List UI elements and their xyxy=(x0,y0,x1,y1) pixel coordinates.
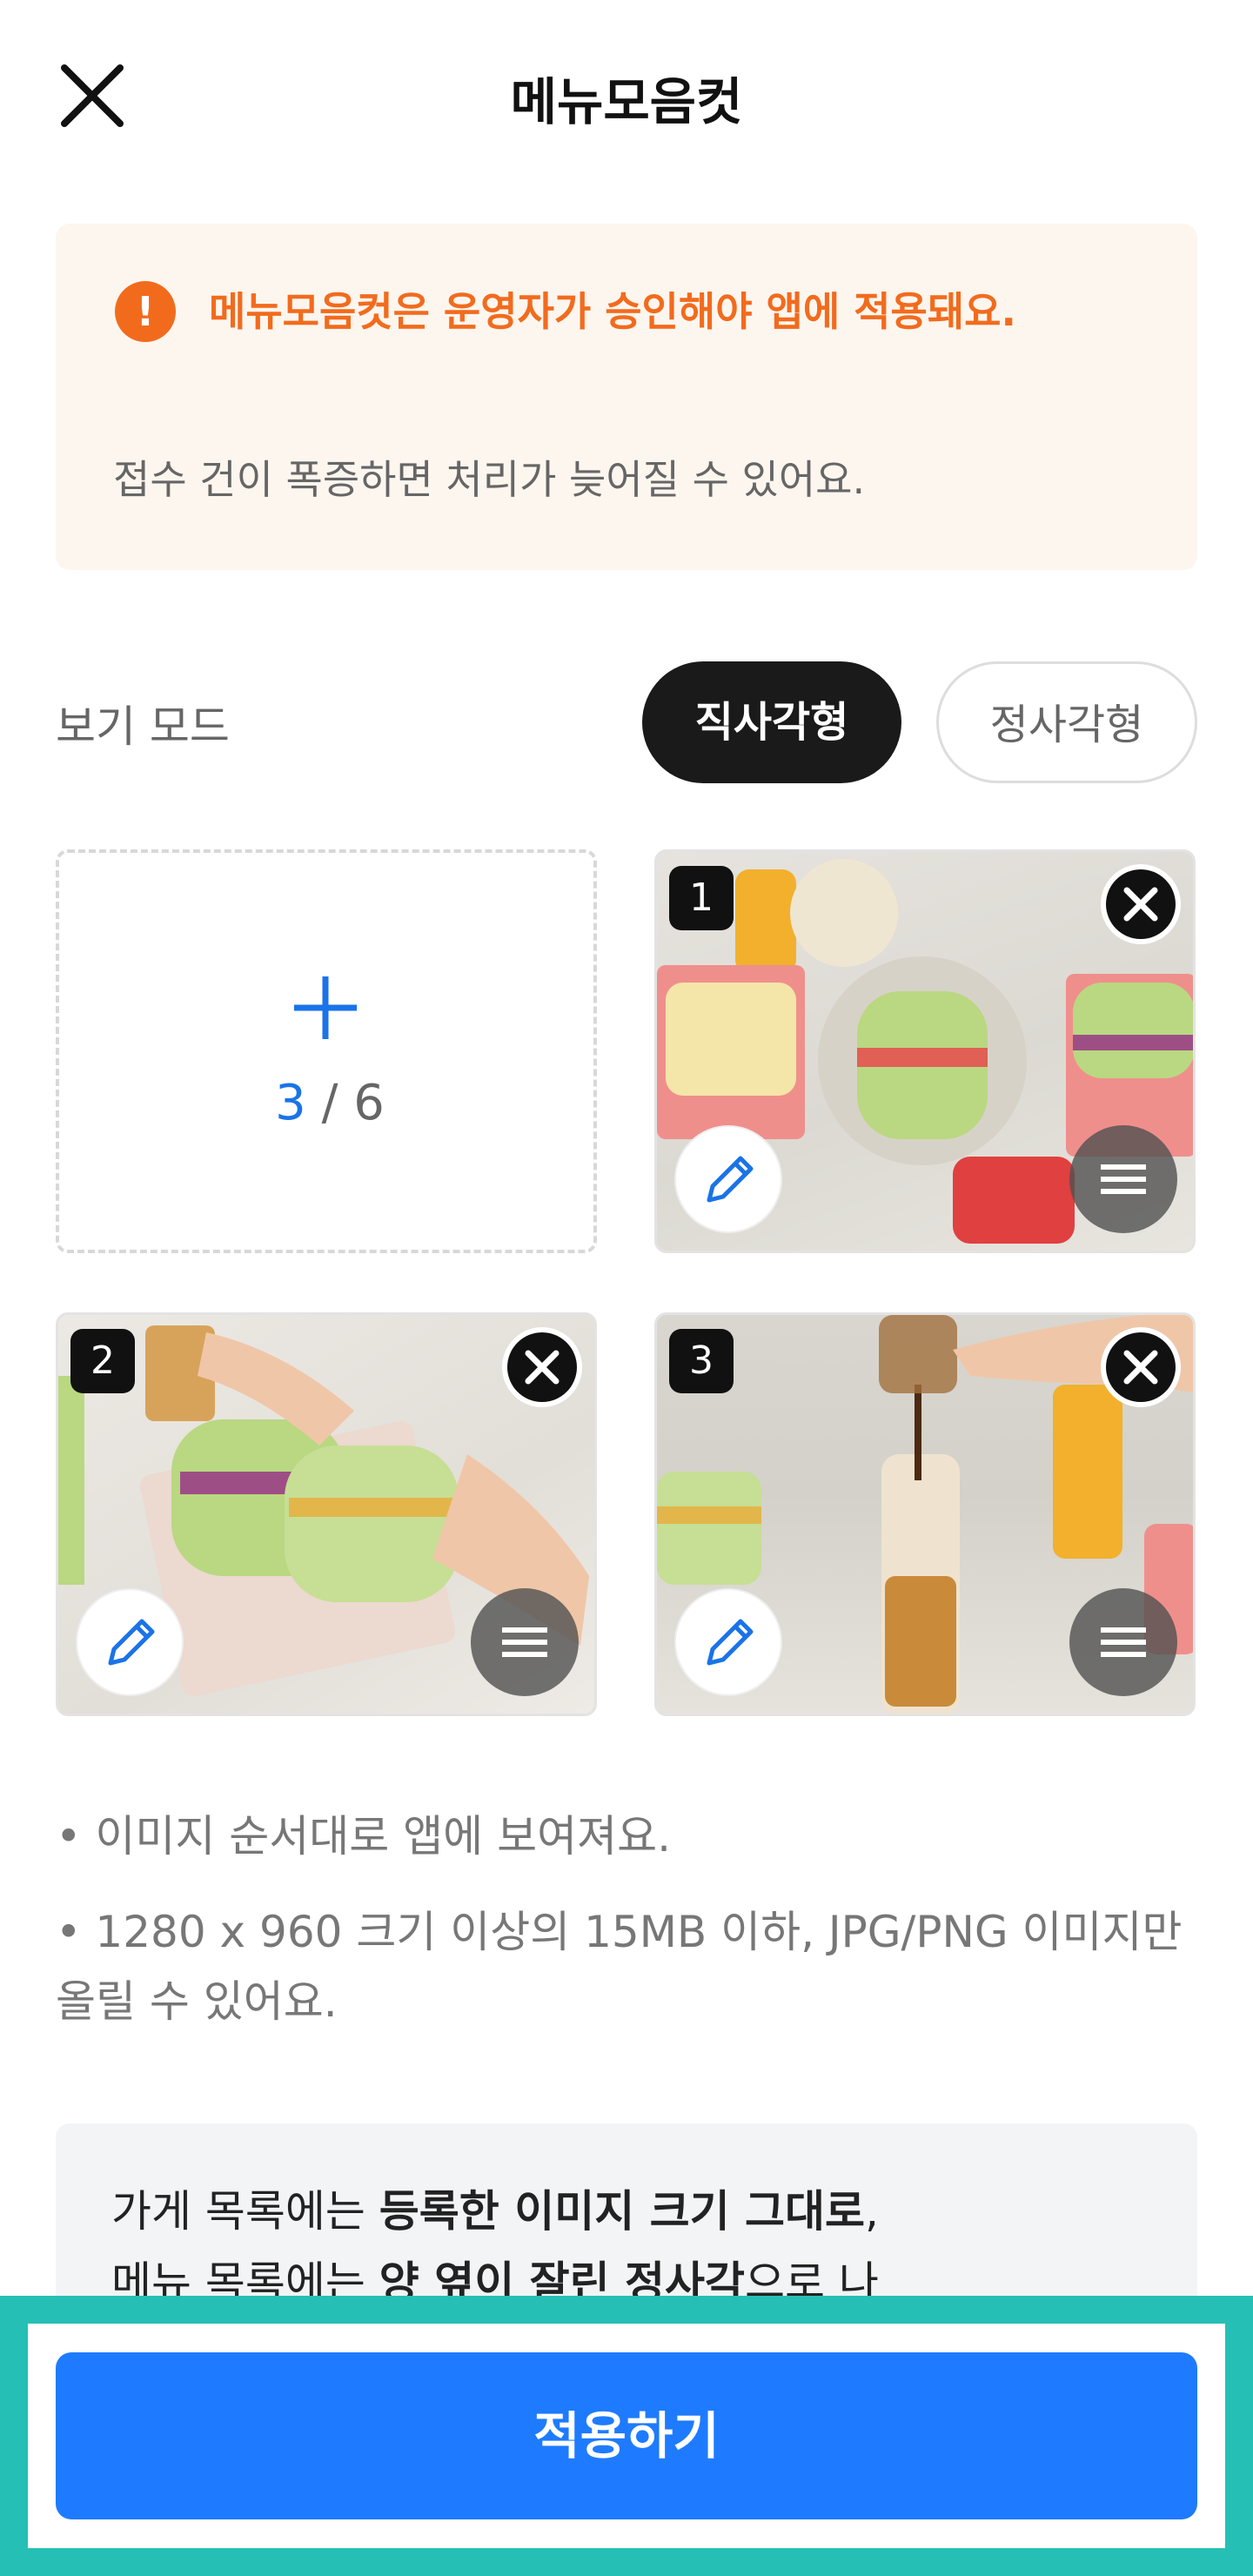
order-badge: 1 xyxy=(669,866,734,930)
remove-photo-button[interactable] xyxy=(1101,864,1181,944)
mode-square-button[interactable]: 정사각형 xyxy=(936,661,1197,783)
notice-body: 접수 건이 폭증하면 처리가 늦어질 수 있어요. xyxy=(113,456,866,503)
photo-count: 3 / 6 xyxy=(275,1075,385,1131)
remove-photo-button[interactable] xyxy=(502,1327,582,1407)
close-icon xyxy=(1123,887,1158,922)
edit-photo-button[interactable] xyxy=(674,1125,782,1233)
close-icon xyxy=(525,1350,559,1385)
mode-rectangle-button[interactable]: 직사각형 xyxy=(642,661,901,783)
order-badge: 2 xyxy=(70,1329,135,1393)
plus-icon xyxy=(291,973,360,1043)
view-mode-label: 보기 모드 xyxy=(56,701,230,752)
notice-title: 메뉴모음컷은 운영자가 승인해야 앱에 적용돼요. xyxy=(209,288,1016,335)
edit-photo-button[interactable] xyxy=(674,1588,782,1696)
edit-photo-button[interactable] xyxy=(76,1588,184,1696)
info-order: • 이미지 순서대로 앱에 보여져요. xyxy=(56,1811,671,1862)
pencil-icon xyxy=(108,1619,155,1666)
menu-icon xyxy=(1101,1164,1146,1194)
photo-tile-2[interactable]: 2 xyxy=(56,1312,597,1716)
menu-icon xyxy=(1101,1627,1146,1657)
photo-tile-3[interactable]: 3 xyxy=(654,1312,1196,1716)
menu-icon xyxy=(502,1627,547,1657)
drag-handle-button[interactable] xyxy=(1069,1588,1177,1696)
photo-tile-1[interactable]: 1 xyxy=(654,849,1196,1253)
drag-handle-button[interactable] xyxy=(471,1588,579,1696)
alert-icon: ! xyxy=(115,281,176,342)
approval-notice xyxy=(56,224,1197,570)
info-size: • 1280 x 960 크기 이상의 15MB 이하, JPG/PNG 이미지… xyxy=(56,1907,1183,2027)
add-photo-tile[interactable]: 3 / 6 xyxy=(56,849,597,1253)
order-badge: 3 xyxy=(669,1329,734,1393)
pencil-icon xyxy=(707,1156,754,1203)
remove-photo-button[interactable] xyxy=(1101,1327,1181,1407)
close-icon xyxy=(1123,1350,1158,1385)
page-title: 메뉴모음컷 xyxy=(510,72,743,131)
apply-button[interactable]: 적용하기 xyxy=(56,2352,1197,2519)
drag-handle-button[interactable] xyxy=(1069,1125,1177,1233)
pencil-icon xyxy=(707,1619,754,1666)
